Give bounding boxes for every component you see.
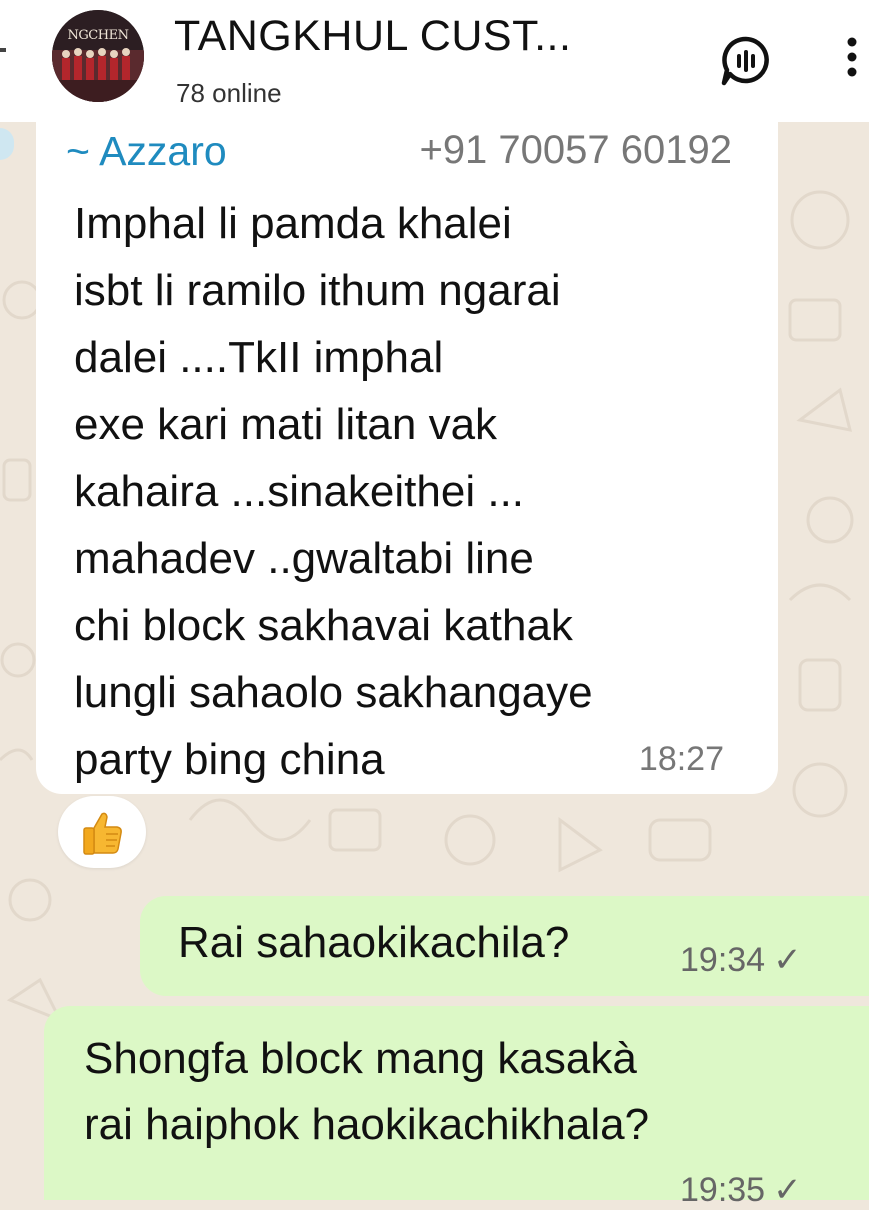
message-line: exe kari mati litan vak xyxy=(74,400,498,449)
outgoing-message[interactable]: Shongfa block mang kasakà rai haiphok ha… xyxy=(44,1006,869,1209)
message-line: lungli sahaolo sakhangaye xyxy=(74,668,593,717)
more-vert-icon xyxy=(847,37,857,77)
message-line: mahadev ..gwaltabi line xyxy=(74,534,534,583)
message-line: rai haiphok haokikachikhala? xyxy=(84,1100,650,1149)
message-text: Imphal li pamda khalei isbt li ramilo it… xyxy=(74,190,754,793)
thumbs-up-icon xyxy=(83,812,122,855)
message-line: kahaira ...sinakeithei ... xyxy=(74,467,525,516)
message-line: dalei ....TkII imphal xyxy=(74,333,444,382)
message-text: Shongfa block mang kasakà rai haiphok ha… xyxy=(84,1026,844,1158)
message-text: Rai sahaokikachila? xyxy=(178,918,570,967)
outgoing-message[interactable]: Rai sahaokikachila? 19:34 ✓ xyxy=(140,896,869,996)
chat-header: NGCHEN TANGKHUL CUST... 78 online xyxy=(0,0,869,122)
message-time: 19:34 xyxy=(680,941,766,979)
sender-phone: +91 70057 60192 xyxy=(419,128,732,172)
message-line: isbt li ramilo ithum ngarai xyxy=(74,266,561,315)
message-meta: 19:35 ✓ xyxy=(680,1170,802,1210)
sent-check-icon: ✓ xyxy=(773,1171,802,1209)
group-title[interactable]: TANGKHUL CUST... xyxy=(174,12,571,61)
message-line: Imphal li pamda khalei xyxy=(74,199,512,248)
group-avatar[interactable]: NGCHEN xyxy=(52,10,144,102)
voice-chat-icon xyxy=(721,36,769,86)
sender-name[interactable]: ~ Azzaro xyxy=(66,128,227,175)
message-line: chi block sakhavai kathak xyxy=(74,601,573,650)
back-arrow-icon[interactable] xyxy=(0,48,6,52)
message-time: 18:27 xyxy=(638,740,724,778)
sent-check-icon: ✓ xyxy=(773,941,802,979)
more-options-button[interactable] xyxy=(840,36,864,80)
group-photo-icon xyxy=(52,10,144,102)
voice-chat-button[interactable] xyxy=(718,33,774,89)
online-count: 78 online xyxy=(176,78,282,108)
avatar-label: NGCHEN xyxy=(67,28,129,43)
message-time: 19:35 xyxy=(680,1171,766,1209)
incoming-message[interactable]: ~ Azzaro +91 70057 60192 Imphal li pamda… xyxy=(36,122,778,794)
reaction-badge[interactable] xyxy=(58,796,146,868)
message-meta: 19:34 ✓ xyxy=(680,940,802,980)
message-line: Shongfa block mang kasakà xyxy=(84,1034,637,1083)
